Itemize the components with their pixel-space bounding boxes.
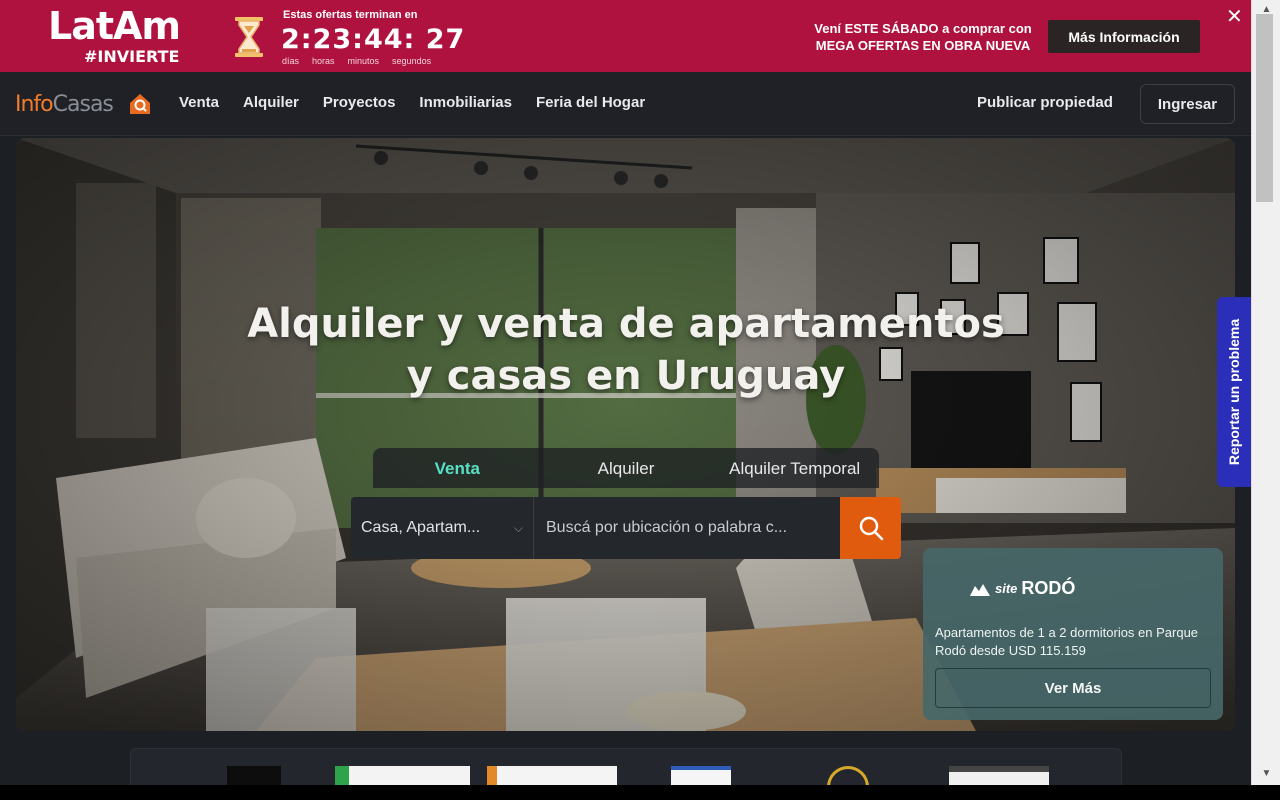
nav-link-inmobiliarias[interactable]: Inmobiliarias (419, 94, 512, 111)
nav-link-feria-del-hogar[interactable]: Feria del Hogar (536, 94, 645, 111)
house-search-icon (130, 94, 150, 114)
tab-venta[interactable]: Venta (373, 448, 542, 488)
brand-info: Info (15, 92, 54, 117)
nav-links: Venta Alquiler Proyectos Inmobiliarias F… (179, 94, 645, 111)
chevron-down-icon: ⌵ (513, 520, 523, 535)
search-input[interactable] (534, 497, 840, 559)
main-navbar: InfoCasas Venta Alquiler Proyectos Inmob… (0, 72, 1251, 136)
ver-mas-button[interactable]: Ver Más (935, 668, 1211, 708)
page: LatAm #INVIERTE Estas ofertas terminan e… (0, 0, 1280, 800)
hero-section: Alquiler y venta de apartamentos y casas… (16, 138, 1235, 731)
offer-label: Estas ofertas terminan en (283, 9, 418, 21)
unit-hours: horas (312, 56, 335, 66)
building-icon (970, 583, 990, 596)
unit-days: días (282, 56, 300, 66)
close-icon[interactable]: ✕ (1226, 7, 1243, 27)
tab-alquiler[interactable]: Alquiler (542, 448, 711, 488)
ingresar-button[interactable]: Ingresar (1140, 84, 1235, 124)
window-bottom-bar (0, 785, 1280, 800)
unit-minutes: minutos (347, 56, 380, 66)
nav-link-venta[interactable]: Venta (179, 94, 219, 111)
scrollbar-thumb[interactable] (1256, 14, 1273, 202)
sponsored-project-card: site RODÓ Apartamentos de 1 a 2 dormitor… (923, 548, 1223, 720)
search-bar: Casa, Apartam... ⌵ (351, 497, 901, 559)
partners-strip (130, 748, 1122, 789)
project-description: Apartamentos de 1 a 2 dormitorios en Par… (935, 625, 1199, 658)
property-type-value: Casa, Apartam... (361, 519, 481, 536)
unit-seconds: segundos (392, 56, 432, 66)
countdown-units: días horas minutos segundos (282, 56, 444, 66)
property-type-select[interactable]: Casa, Apartam... ⌵ (351, 497, 534, 559)
report-problem-tab[interactable]: Reportar un problema (1217, 297, 1251, 487)
site-logo-prefix: site (995, 581, 1018, 596)
tab-alquiler-temporal[interactable]: Alquiler Temporal (710, 448, 879, 488)
search-icon (859, 516, 883, 541)
brand-casas: Casas (52, 92, 114, 117)
mas-informacion-button[interactable]: Más Información (1048, 20, 1200, 53)
publicar-propiedad-link[interactable]: Publicar propiedad (977, 94, 1113, 111)
site-rodo-logo: site RODÓ (969, 578, 1075, 599)
scroll-down-arrow-icon[interactable]: ▼ (1252, 768, 1280, 779)
promo-banner: LatAm #INVIERTE Estas ofertas terminan e… (0, 0, 1251, 72)
report-problem-label: Reportar un problema (1226, 318, 1242, 466)
hourglass-icon (235, 17, 263, 57)
countdown-timer: 2:23:44: 27 (281, 24, 466, 55)
nav-link-proyectos[interactable]: Proyectos (323, 94, 396, 111)
site-logo-name: RODÓ (1021, 578, 1076, 598)
page-scrollbar[interactable]: ▲ ▼ (1251, 0, 1280, 785)
search-button[interactable] (840, 497, 901, 559)
hero-title: Alquiler y venta de apartamentos y casas… (247, 301, 1005, 399)
nav-link-alquiler[interactable]: Alquiler (243, 94, 299, 111)
invierte-tag: #INVIERTE (84, 47, 180, 66)
latam-logo[interactable]: LatAm (48, 6, 181, 46)
search-tabs: Venta Alquiler Alquiler Temporal (373, 448, 879, 488)
infocasas-logo[interactable]: InfoCasas (15, 92, 114, 117)
promo-cta-text: Vení ESTE SÁBADO a comprar con MEGA OFER… (814, 21, 1032, 53)
